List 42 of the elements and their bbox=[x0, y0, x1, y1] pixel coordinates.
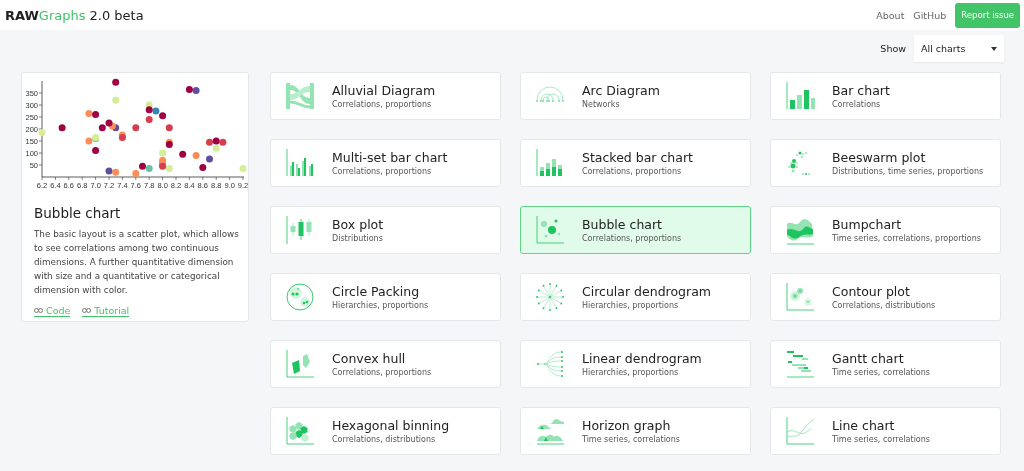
chart-categories: Correlations, proportions bbox=[332, 100, 433, 109]
chart-title: Alluvial Diagram bbox=[332, 83, 436, 98]
chart-title: Horizon graph bbox=[582, 418, 672, 433]
chart-title: Box plot bbox=[332, 217, 384, 232]
chart-categories: Hierarchies, proportions bbox=[332, 301, 429, 310]
chart-title: Gantt chart bbox=[832, 351, 905, 366]
chart-categories: Correlations, proportions bbox=[582, 234, 682, 243]
chart-categories: Correlations, proportions bbox=[332, 368, 432, 377]
chart-categories: Distributions, time series, proportions bbox=[832, 167, 984, 176]
chart-title: Multi-set bar chart bbox=[332, 150, 448, 165]
chart-categories: Correlations, proportions bbox=[582, 167, 683, 176]
chart-categories: Correlations, distributions bbox=[332, 435, 437, 444]
chart-title: Contour plot bbox=[832, 284, 911, 299]
chart-categories: Correlations, distributions bbox=[832, 301, 936, 310]
chart-categories: Correlations bbox=[832, 100, 882, 109]
chart-title: Circle Packing bbox=[332, 284, 421, 299]
chart-categories: Hierarchies, proportions bbox=[582, 368, 680, 377]
chart-categories: Time series, correlations, proportions bbox=[832, 234, 981, 243]
chart-title: Linear dendrogram bbox=[582, 351, 702, 366]
chart-title: Line chart bbox=[832, 418, 896, 433]
version-label: 2.0 beta bbox=[89, 7, 144, 23]
chart-title: Bar chart bbox=[832, 83, 890, 98]
chart-categories: Time series, correlations bbox=[832, 435, 930, 444]
chart-title: Stacked bar chart bbox=[582, 150, 693, 165]
chart-categories: Time series, correlations bbox=[832, 368, 930, 377]
chart-categories: Time series, correlations bbox=[582, 435, 680, 444]
chart-title: Hexagonal binning bbox=[332, 418, 450, 433]
chart-categories: Correlations, proportions bbox=[332, 167, 433, 176]
chart-categories: Hierarchies, proportions bbox=[582, 301, 680, 310]
chart-title: Circular dendrogram bbox=[582, 284, 711, 299]
preview-title: Bubble chart bbox=[34, 205, 122, 221]
chart-categories: Networks bbox=[582, 100, 621, 109]
chart-title: Bumpchart bbox=[832, 217, 903, 232]
logo-text: RAW bbox=[5, 7, 39, 23]
logo-text: Graphs bbox=[38, 7, 86, 23]
chart-title: Convex hull bbox=[332, 351, 407, 366]
chart-title: Bubble chart bbox=[582, 217, 663, 232]
chart-title: Beeswarm plot bbox=[832, 150, 927, 165]
preview-description: The basic layout is a scatter plot, which allows to see correlations among two continuous dimensions. A further quantitative dimension with size and a quantitative or categorical dimension with color. bbox=[34, 228, 240, 297]
filter-label: Show bbox=[880, 43, 906, 54]
chart-title: Arc Diagram bbox=[582, 83, 660, 98]
chart-categories: Distributions bbox=[332, 234, 384, 243]
